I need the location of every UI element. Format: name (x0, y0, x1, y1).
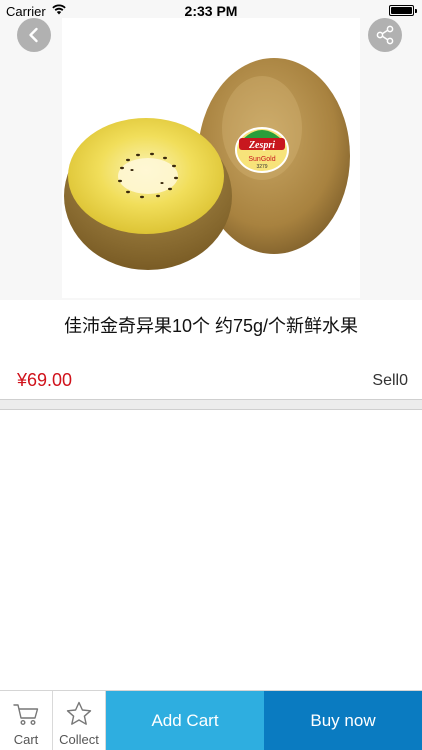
sell-count: Sell0 (372, 372, 408, 390)
star-icon (66, 701, 92, 725)
sell-number: 0 (399, 372, 408, 389)
share-icon (376, 25, 394, 45)
battery-icon (389, 5, 417, 16)
sell-label: Sell (372, 372, 400, 389)
back-button[interactable] (17, 18, 51, 52)
cart-label: Cart (13, 732, 39, 747)
battery-fill (391, 7, 412, 14)
add-cart-button[interactable]: Add Cart (106, 691, 264, 750)
svg-text:SunGold: SunGold (248, 156, 275, 163)
product-image-area: Zespri SunGold 3279 (0, 0, 422, 300)
zespri-sticker: Zespri SunGold 3279 (235, 127, 289, 173)
product-image: Zespri SunGold 3279 (62, 18, 360, 298)
buy-now-button[interactable]: Buy now (264, 691, 422, 750)
share-button[interactable] (368, 18, 402, 52)
status-bar: Carrier 2:33 PM (0, 0, 422, 22)
status-time: 2:33 PM (184, 3, 238, 19)
product-price: ¥69.00 (17, 370, 73, 390)
collect-label: Collect (59, 732, 99, 747)
cart-button[interactable]: Cart (0, 691, 53, 750)
svg-text:Zespri: Zespri (248, 140, 275, 151)
svg-text:3279: 3279 (256, 164, 267, 170)
chevron-left-icon (29, 27, 38, 43)
bottom-action-bar: Cart Collect Add Cart Buy now (0, 690, 422, 750)
collect-button[interactable]: Collect (53, 691, 106, 750)
battery-tip (415, 9, 417, 13)
cart-icon (13, 704, 39, 726)
product-title: 佳沛金奇异果10个 约75g/个新鲜水果 (63, 316, 359, 336)
section-divider (0, 399, 422, 410)
